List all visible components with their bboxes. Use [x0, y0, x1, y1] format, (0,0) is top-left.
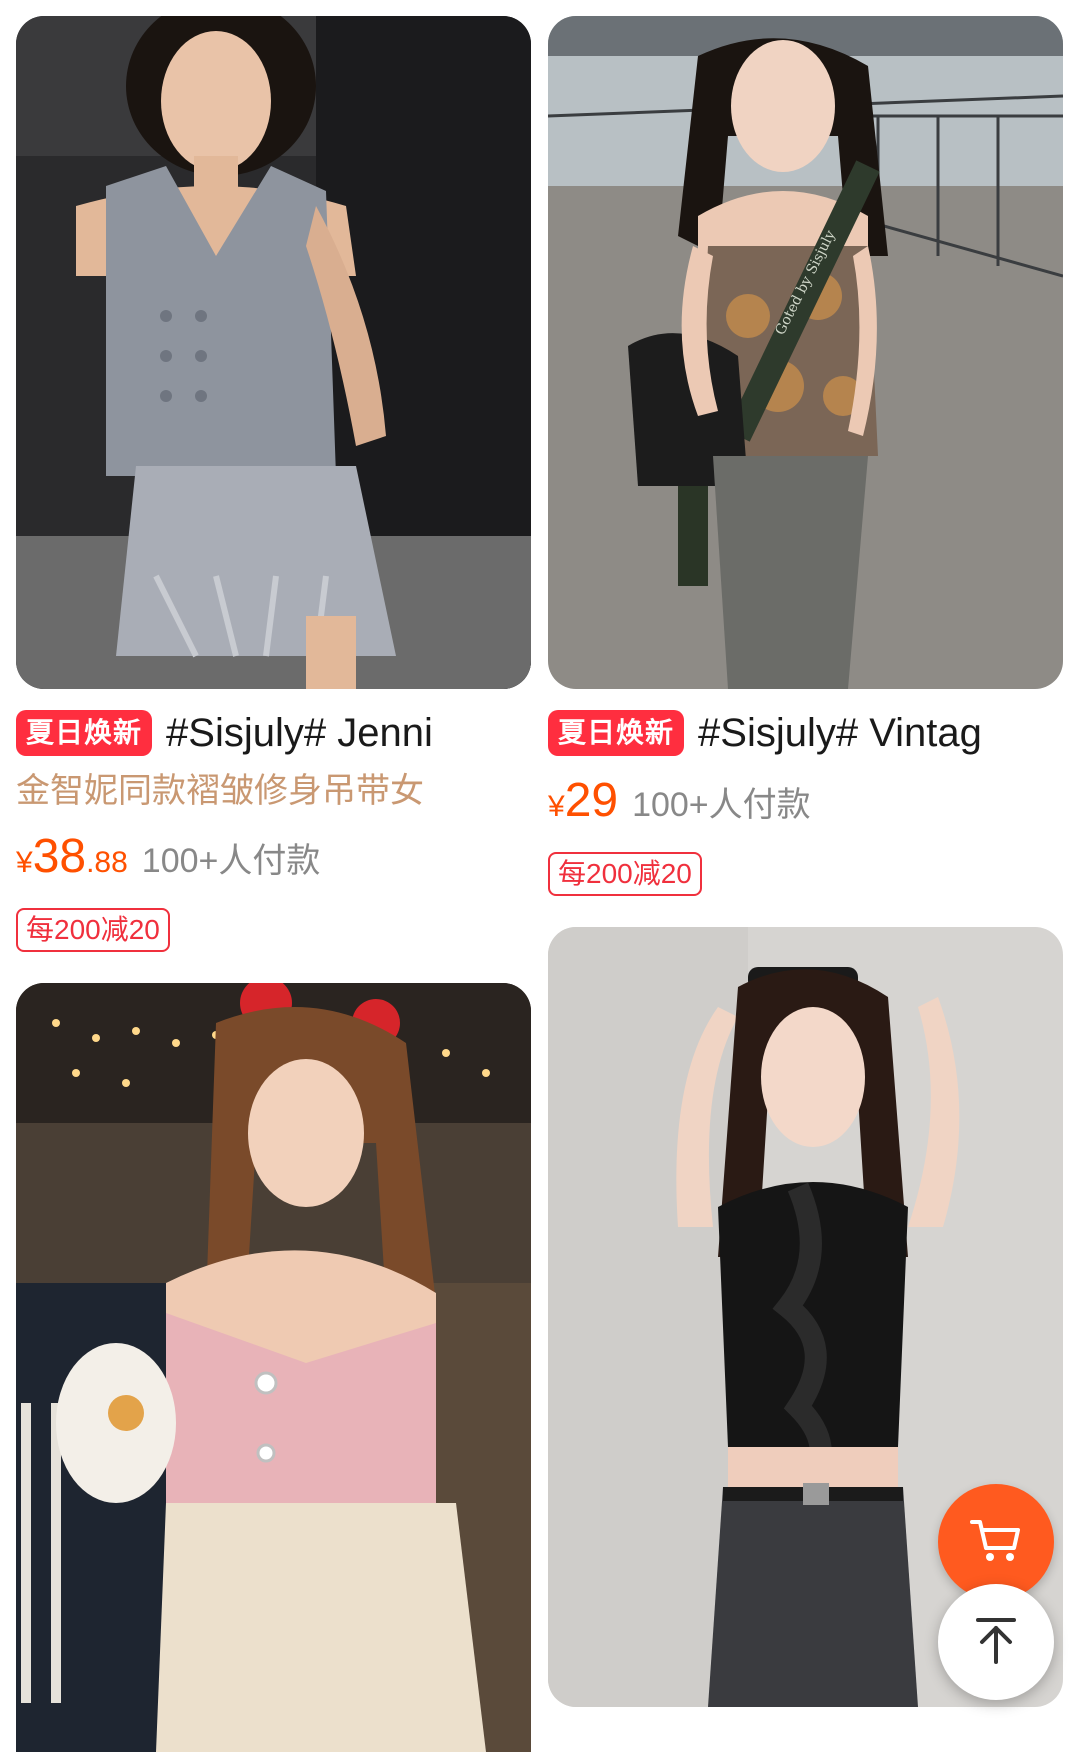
product-subtitle: 金智妮同款褶皱修身吊带女: [16, 772, 424, 810]
product-photo-grey-vest: [16, 16, 531, 689]
product-title-row: 夏日焕新 #Sisjuly# Vintag: [548, 703, 1063, 763]
price-currency: ¥: [548, 790, 565, 823]
price-integer: 38: [32, 830, 87, 883]
promo-tag: 夏日焕新: [548, 710, 685, 756]
price-row: ¥29 100+人付款: [548, 769, 1063, 844]
paid-count: 100+人付款: [632, 786, 811, 824]
coupon-badge: 每200减20: [548, 852, 702, 896]
product-title-row: 夏日焕新 #Sisjuly# Jenni: [16, 703, 531, 763]
product-price: ¥29: [548, 769, 618, 844]
promo-tag: 夏日焕新: [16, 710, 153, 756]
price-row: ¥38.88 100+人付款: [16, 825, 531, 900]
product-title[interactable]: #Sisjuly# Jenni: [166, 703, 433, 763]
coupon-badge: 每200减20: [16, 908, 170, 952]
shopping-cart-icon: [966, 1510, 1026, 1575]
product-image-2[interactable]: Goted by Sisjuly: [548, 16, 1063, 689]
product-card-3[interactable]: [16, 983, 531, 1752]
price-integer: 29: [564, 774, 619, 827]
paid-count: 100+人付款: [141, 842, 321, 880]
price-decimal: .88: [86, 846, 128, 879]
product-image-1[interactable]: [16, 16, 531, 689]
price-currency: ¥: [16, 846, 33, 879]
product-photo-pink-halter: [16, 983, 531, 1752]
cart-button[interactable]: [938, 1484, 1054, 1600]
back-to-top-icon: [966, 1610, 1026, 1675]
product-title[interactable]: #Sisjuly# Vintag: [698, 703, 982, 763]
product-card-2[interactable]: Goted by Sisjuly 夏日焕新 #Sisjuly# Vintag ¥…: [548, 16, 1063, 896]
product-photo-butterfly-top: Goted by Sisjuly: [548, 16, 1063, 689]
back-to-top-button[interactable]: [938, 1584, 1054, 1700]
product-image-3[interactable]: [16, 983, 531, 1752]
product-price: ¥38.88: [16, 825, 128, 900]
product-card-1[interactable]: 夏日焕新 #Sisjuly# Jenni 金智妮同款褶皱修身吊带女 ¥38.88…: [16, 16, 531, 952]
